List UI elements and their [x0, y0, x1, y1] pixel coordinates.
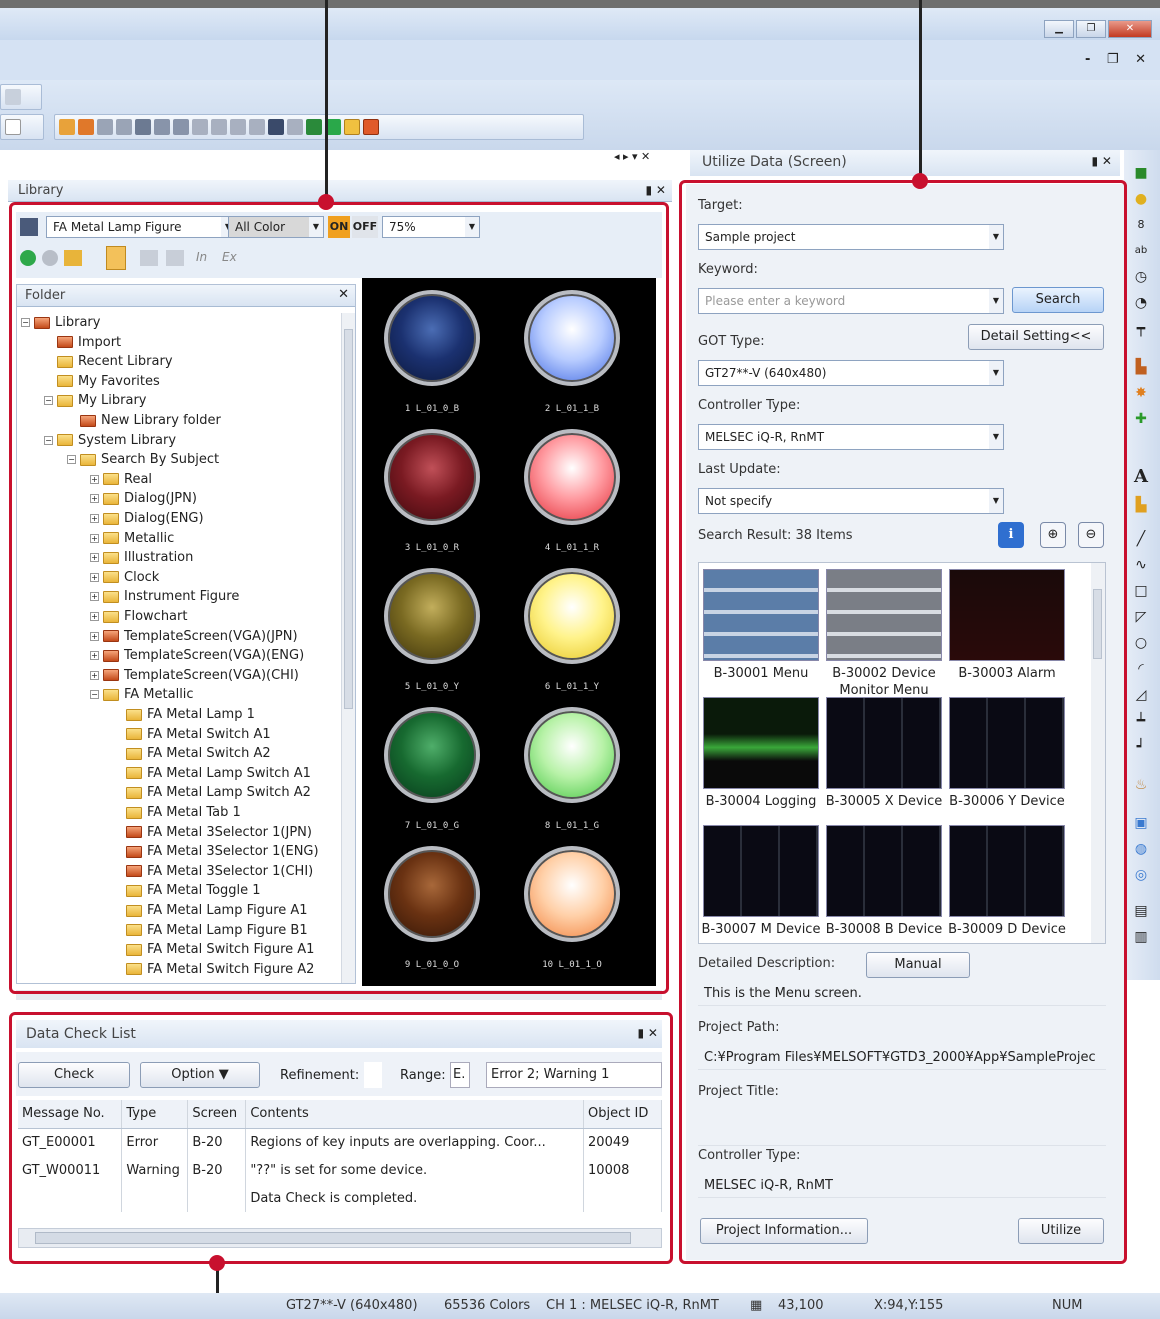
status-colors: 65536 Colors: [444, 1298, 531, 1313]
lamp-icon[interactable]: ●: [1132, 190, 1150, 208]
datacheck-highlight: [9, 1012, 673, 1264]
video-icon[interactable]: ◎: [1132, 866, 1150, 884]
sector-icon[interactable]: ◿: [1132, 686, 1150, 704]
rotate-icon[interactable]: [192, 119, 208, 135]
parts-icon[interactable]: ▙: [1132, 358, 1150, 376]
toolbar-strip-1[interactable]: [0, 84, 42, 110]
number-icon[interactable]: 8: [1132, 216, 1150, 234]
status-num: NUM: [1052, 1298, 1083, 1313]
status-got-type: GT27**-V (640x480): [286, 1298, 418, 1313]
library-title: Library: [8, 180, 672, 202]
arc-icon[interactable]: ◜: [1132, 660, 1150, 678]
title-bar: ▁ ❐ ✕: [0, 0, 1160, 40]
dxf-icon[interactable]: ◍: [1132, 840, 1150, 858]
utilize-callout-dot: [912, 173, 928, 189]
figure-toolbar: ■ ● 8 ab ◷ ◔ ┯ ▙ ✸ ✚ A ▙ ╱ ∿ □ ◸ ○ ◜ ◿ ┷…: [1124, 150, 1160, 980]
library-callout-dot: [318, 194, 334, 210]
paste-icon[interactable]: [78, 119, 94, 135]
library-panel-header: Library ▮ ✕: [8, 180, 672, 202]
menu-bar: - ❐ ✕: [0, 40, 1160, 80]
toolbar-strip-3: [54, 114, 584, 140]
scale-icon[interactable]: ┷: [1132, 712, 1150, 730]
minimize-icon[interactable]: ▁: [1044, 20, 1074, 38]
trend-icon[interactable]: ┯: [1132, 320, 1150, 338]
dropdown-icon[interactable]: [5, 119, 21, 135]
utilize-callout-line: [919, 0, 922, 178]
copy-icon[interactable]: [59, 119, 75, 135]
pin-close-icon[interactable]: ▮ ✕: [646, 183, 666, 197]
grid-icon: ▦: [750, 1298, 763, 1313]
align-icon[interactable]: [135, 119, 151, 135]
polyline-icon[interactable]: ∿: [1132, 556, 1150, 574]
paint-icon[interactable]: ♨: [1132, 776, 1150, 794]
script-icon[interactable]: ✸: [1132, 384, 1150, 402]
status-cursor: X:94,Y:155: [874, 1298, 944, 1313]
utilize-title: Utilize Data (Screen): [702, 154, 847, 170]
piping-icon[interactable]: ┙: [1132, 738, 1150, 756]
group-icon[interactable]: [154, 119, 170, 135]
comment-icon[interactable]: ▙: [1132, 496, 1150, 514]
delete-icon[interactable]: [116, 119, 132, 135]
toolbar-strip-2[interactable]: [0, 114, 44, 140]
status-bar: GT27**-V (640x480) 65536 Colors CH 1 : M…: [0, 1293, 1160, 1319]
circle-icon[interactable]: ○: [1132, 634, 1150, 652]
mdi-window-controls[interactable]: - ❐ ✕: [1085, 52, 1152, 67]
toolbar: ◂ ▸ ▾ ✕: [0, 80, 1160, 163]
flip-icon[interactable]: [211, 119, 227, 135]
undo-icon[interactable]: [230, 119, 246, 135]
polygon-icon[interactable]: ◸: [1132, 608, 1150, 626]
rectangle-icon[interactable]: □: [1132, 582, 1150, 600]
up-arrow-icon[interactable]: [306, 119, 322, 135]
layer-icon[interactable]: [287, 119, 303, 135]
select-icon[interactable]: ■: [1132, 164, 1150, 182]
print-icon[interactable]: ▥: [1132, 928, 1150, 946]
plus-icon[interactable]: ✚: [1132, 410, 1150, 428]
cut-icon[interactable]: [97, 119, 113, 135]
status-channel: CH 1 : MELSEC iQ-R, RnMT: [546, 1298, 719, 1313]
ascii-icon[interactable]: ab: [1132, 242, 1150, 260]
close-icon[interactable]: ✕: [1108, 20, 1152, 38]
redo-icon[interactable]: [249, 119, 265, 135]
library-highlight: [9, 202, 669, 994]
restore-icon[interactable]: ❐: [1076, 20, 1106, 38]
library-icon[interactable]: [344, 119, 360, 135]
grid-icon[interactable]: [5, 89, 21, 105]
ungroup-icon[interactable]: [173, 119, 189, 135]
text-icon[interactable]: A: [1132, 468, 1150, 486]
check-icon[interactable]: [363, 119, 379, 135]
library-callout-line: [325, 0, 328, 200]
utilize-highlight: [679, 180, 1127, 1264]
pin-close-icon[interactable]: ▮ ✕: [1092, 154, 1112, 168]
image-icon[interactable]: ▣: [1132, 814, 1150, 832]
line-icon[interactable]: ╱: [1132, 530, 1150, 548]
clock-icon[interactable]: ◷: [1132, 268, 1150, 286]
datacheck-callout-dot: [209, 1255, 225, 1271]
n-icon[interactable]: [268, 119, 284, 135]
recipe-icon[interactable]: ▤: [1132, 902, 1150, 920]
tab-nav-controls[interactable]: ◂ ▸ ▾ ✕: [614, 150, 650, 163]
status-coord: 43,100: [778, 1298, 824, 1313]
gauge-icon[interactable]: ◔: [1132, 294, 1150, 312]
utilize-header: Utilize Data (Screen) ▮ ✕: [690, 150, 1120, 176]
